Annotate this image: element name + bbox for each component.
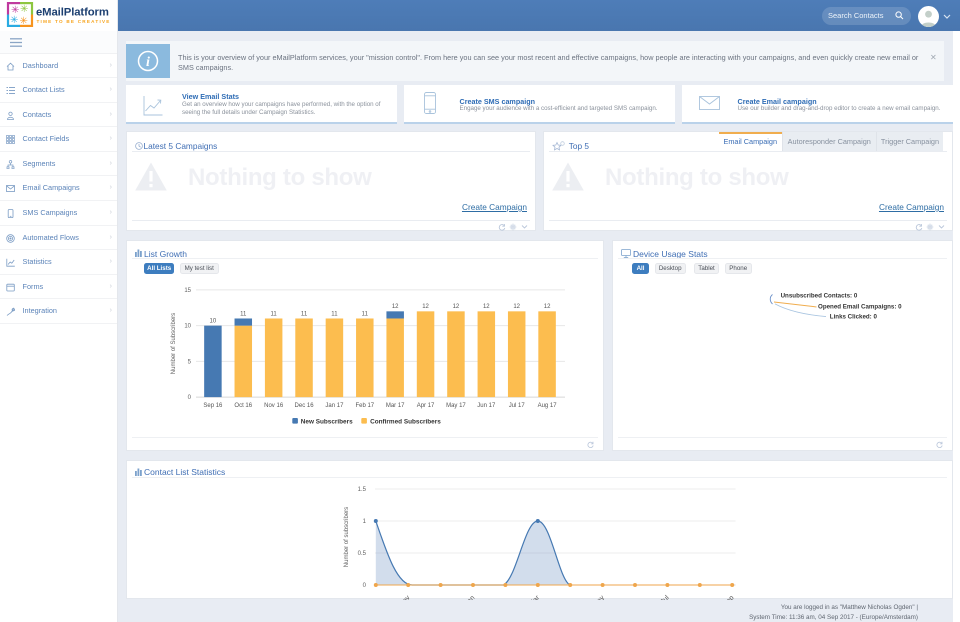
svg-text:Number of subscribers: Number of subscribers [344,506,350,566]
svg-text:Jan 17: Jan 17 [325,403,344,409]
svg-text:11: 11 [362,311,369,317]
svg-text:Number of Subscribers: Number of Subscribers [171,313,177,374]
svg-text:0.5: 0.5 [358,551,367,557]
svg-text:Sep 16: Sep 16 [203,403,223,409]
svg-text:Apr 17: Apr 17 [417,403,435,409]
svg-text:Opened Email Campaigns: 0: Opened Email Campaigns: 0 [818,303,902,310]
svg-text:Links Clicked: 0: Links Clicked: 0 [830,314,878,321]
svg-text:11: 11 [271,311,278,317]
svg-text:Sep: Sep [722,594,736,600]
svg-text:New Subscribers: New Subscribers [301,419,353,426]
svg-text:12: 12 [483,304,490,310]
svg-text:12: 12 [513,304,520,310]
svg-text:Oct 16: Oct 16 [234,403,252,409]
svg-text:✳: ✳ [10,15,18,26]
svg-text:Jan: Jan [463,594,476,600]
svg-text:12: 12 [453,304,460,310]
svg-text:Feb 17: Feb 17 [355,403,374,409]
svg-text:10: 10 [210,318,217,324]
svg-text:Nov 16: Nov 16 [264,403,284,409]
svg-text:0: 0 [363,583,367,589]
svg-text:1.5: 1.5 [358,487,367,493]
svg-text:12: 12 [422,304,429,310]
svg-text:11: 11 [301,311,308,317]
svg-text:Jun 17: Jun 17 [477,403,496,409]
svg-text:Confirmed Subscribers: Confirmed Subscribers [370,419,441,426]
svg-text:11: 11 [240,311,247,317]
svg-text:11: 11 [331,311,338,317]
svg-text:12: 12 [392,304,399,310]
svg-text:Dec 16: Dec 16 [295,403,315,409]
svg-text:✳: ✳ [20,4,28,15]
svg-text:15: 15 [184,288,191,294]
svg-text:10: 10 [184,324,191,330]
svg-text:✳: ✳ [20,16,28,27]
svg-text:Mar 17: Mar 17 [386,403,405,409]
svg-text:0: 0 [188,395,192,401]
svg-text:May 17: May 17 [446,403,466,409]
svg-text:12: 12 [544,304,551,310]
svg-text:TIME TO BE CREATIVE: TIME TO BE CREATIVE [37,19,111,24]
svg-text:Nov: Nov [398,594,412,600]
svg-text:5: 5 [188,359,192,365]
svg-text:Jul: Jul [660,594,672,600]
svg-text:Aug 17: Aug 17 [538,403,558,409]
svg-text:eMailPlatform: eMailPlatform [36,7,109,19]
svg-text:May: May [592,594,607,600]
svg-text:i: i [146,55,150,70]
svg-text:1: 1 [363,519,367,525]
svg-text:Jul 17: Jul 17 [509,403,526,409]
svg-text:Unsubscribed Contacts: 0: Unsubscribed Contacts: 0 [781,293,858,300]
svg-text:Mar: Mar [528,593,542,599]
